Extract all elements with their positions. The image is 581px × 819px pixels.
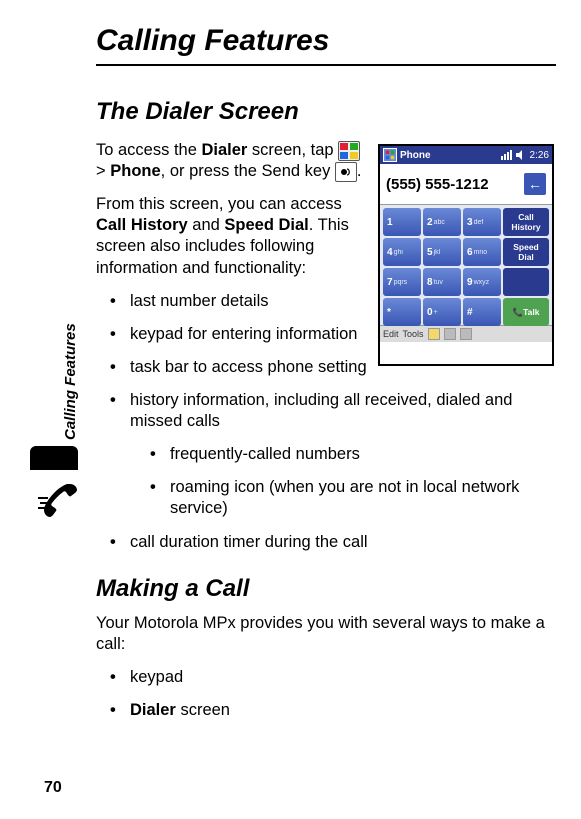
btn-speed-dial: Speed Dial xyxy=(503,238,549,266)
sub-bullet-list: frequently-called numbers roaming icon (… xyxy=(150,444,556,519)
section-heading-making-call: Making a Call xyxy=(96,575,556,603)
btn-call-history: Call History xyxy=(503,208,549,236)
send-key-icon xyxy=(335,162,357,182)
text: screen xyxy=(176,701,230,719)
text: . xyxy=(357,162,362,180)
btn-blank xyxy=(503,268,549,296)
screenshot-number-bar: (555) 555-1212 ← xyxy=(380,164,552,205)
screenshot-clock: 2:26 xyxy=(530,150,549,161)
key-1: 1 xyxy=(383,208,421,236)
text: > xyxy=(96,162,110,180)
page-number: 70 xyxy=(44,779,62,797)
para-info: From this screen, you can access Call Hi… xyxy=(96,194,366,278)
speaker-icon xyxy=(515,149,527,161)
section-heading-dialer: The Dialer Screen xyxy=(96,98,556,126)
keyboard-icon xyxy=(444,328,456,340)
para-making-call: Your Motorola MPx provides you with seve… xyxy=(96,613,546,655)
screenshot-keypad: 1 2abc 3def Call History 4ghi 5jkl 6mno … xyxy=(380,205,552,325)
term-phone: Phone xyxy=(110,162,160,180)
list-item: Dialer screen xyxy=(110,700,556,721)
list-item: history information, including all recei… xyxy=(110,390,556,520)
key-5: 5jkl xyxy=(423,238,461,266)
list-item: roaming icon (when you are not in local … xyxy=(150,477,556,519)
list-item: frequently-called numbers xyxy=(150,444,556,465)
menu-tools: Tools xyxy=(403,329,424,339)
mute-icon xyxy=(460,328,472,340)
page-title: Calling Features xyxy=(96,24,556,66)
text: and xyxy=(188,216,225,234)
text: , or press the Send key xyxy=(161,162,335,180)
text: To access the xyxy=(96,141,201,159)
term-dialer: Dialer xyxy=(201,141,247,159)
term-dialer: Dialer xyxy=(130,701,176,719)
para-access-dialer: To access the Dialer screen, tap > Phone… xyxy=(96,140,366,182)
start-icon xyxy=(338,141,360,161)
key-hash: # xyxy=(463,298,501,326)
menu-edit: Edit xyxy=(383,329,399,339)
list-item: keypad for entering information xyxy=(110,324,380,345)
key-0: 0+ xyxy=(423,298,461,326)
list-item: call duration timer during the call xyxy=(110,532,556,553)
start-icon xyxy=(383,148,397,162)
backspace-icon: ← xyxy=(524,173,546,195)
key-2: 2abc xyxy=(423,208,461,236)
screenshot-titlebar: Phone 2:26 xyxy=(380,146,552,164)
key-6: 6mno xyxy=(463,238,501,266)
term-call-history: Call History xyxy=(96,216,188,234)
dialed-number: (555) 555-1212 xyxy=(386,176,489,193)
screenshot-bottombar: Edit Tools xyxy=(380,325,552,342)
key-7: 7pqrs xyxy=(383,268,421,296)
side-section-label: Calling Features xyxy=(62,323,79,440)
key-star: * xyxy=(383,298,421,326)
screenshot-app-title: Phone xyxy=(400,150,497,161)
key-8: 8tuv xyxy=(423,268,461,296)
btn-talk: 📞 Talk xyxy=(503,298,549,326)
dialer-screenshot: Phone 2:26 (555) 555-1212 ← 1 2abc 3def … xyxy=(378,144,554,366)
list-item: keypad xyxy=(110,667,556,688)
bullet-list-making: keypad Dialer screen xyxy=(110,667,556,721)
note-icon xyxy=(428,328,440,340)
key-4: 4ghi xyxy=(383,238,421,266)
text: history information, including all recei… xyxy=(130,391,512,430)
text: screen, tap xyxy=(247,141,338,159)
list-item: last number details xyxy=(110,291,380,312)
key-9: 9wxyz xyxy=(463,268,501,296)
list-item: task bar to access phone setting xyxy=(110,357,380,378)
key-3: 3def xyxy=(463,208,501,236)
signal-icon xyxy=(500,149,512,161)
side-tab xyxy=(30,446,78,470)
phone-handset-icon xyxy=(30,470,92,532)
term-speed-dial: Speed Dial xyxy=(224,216,308,234)
text: From this screen, you can access xyxy=(96,195,342,213)
bullet-list-full: history information, including all recei… xyxy=(110,390,556,553)
